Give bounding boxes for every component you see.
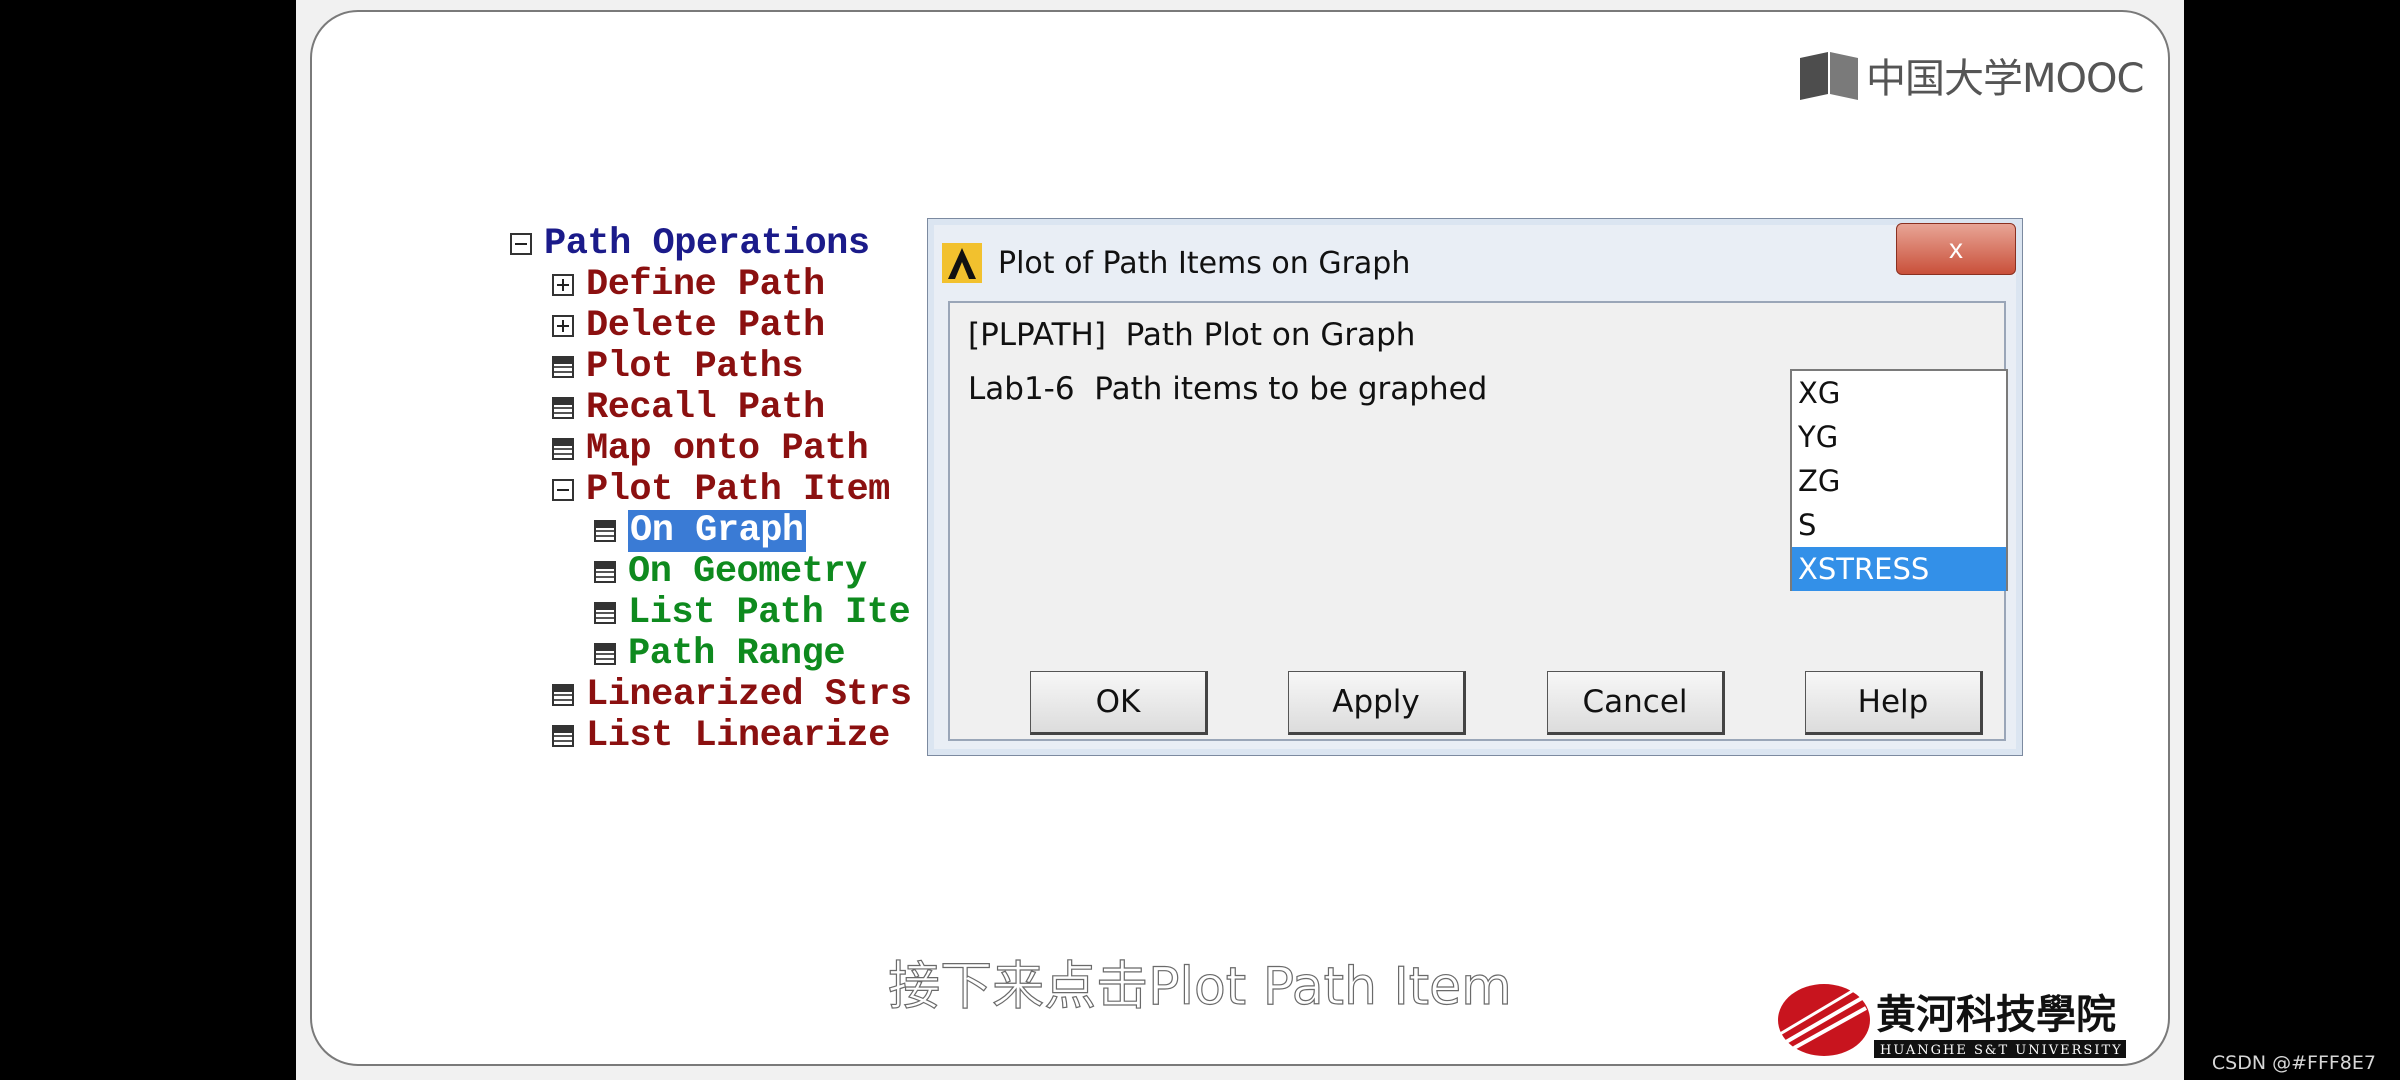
dialog-title-bar: Plot of Path Items on Graph <box>942 233 1882 293</box>
mooc-logo-text: 中国大学MOOC <box>1866 56 2144 102</box>
command-doc-icon <box>552 356 574 378</box>
command-doc-icon <box>594 520 616 542</box>
path-operations-tree: Path Operations Define Path Delete Path … <box>490 218 930 756</box>
tree-item-list-linearized[interactable]: List Linearize <box>552 715 890 756</box>
tree-item-linearized-strs[interactable]: Linearized Strs <box>552 674 912 716</box>
tree-item-label-selected: On Graph <box>628 510 806 552</box>
list-item[interactable]: ZG <box>1792 459 2006 503</box>
tree-item-label: Path Operations <box>544 223 870 265</box>
close-button[interactable]: x <box>1896 223 2016 275</box>
ansys-screenshot: Path Operations Define Path Delete Path … <box>490 218 2023 756</box>
collapse-box-icon[interactable] <box>510 233 532 255</box>
collapse-box-icon[interactable] <box>552 479 574 501</box>
tree-item-label: List Linearize <box>586 715 890 756</box>
university-logo: 黄河科技學院 HUANGHE S&T UNIVERSITY <box>1778 984 2126 1058</box>
university-name: 黄河科技學院 <box>1876 991 2116 1038</box>
tree-item-recall-path[interactable]: Recall Path <box>552 387 825 429</box>
tree-item-on-graph[interactable]: On Graph <box>594 510 806 552</box>
tree-item-label: Path Range <box>628 633 846 675</box>
tree-item-map-onto-path[interactable]: Map onto Path <box>552 428 869 470</box>
tree-item-define-path[interactable]: Define Path <box>552 264 825 306</box>
tree-item-label: Plot Paths <box>586 346 804 388</box>
tree-item-list-path-items[interactable]: List Path Ite <box>594 592 911 634</box>
tree-item-label: Map onto Path <box>586 428 869 470</box>
expand-box-icon[interactable] <box>552 315 574 337</box>
tree-item-label: Plot Path Item <box>586 469 890 511</box>
university-emblem-icon <box>1778 984 1870 1056</box>
command-doc-icon <box>552 397 574 419</box>
tree-item-plot-path-item[interactable]: Plot Path Item <box>552 469 890 511</box>
tree-item-path-range[interactable]: Path Range <box>594 633 846 675</box>
tree-item-on-geometry[interactable]: On Geometry <box>594 551 867 593</box>
command-doc-icon <box>552 438 574 460</box>
cancel-button[interactable]: Cancel <box>1547 671 1725 735</box>
command-doc-icon <box>594 561 616 583</box>
command-doc-icon <box>552 725 574 747</box>
ok-button[interactable]: OK <box>1030 671 1208 735</box>
tree-item-delete-path[interactable]: Delete Path <box>552 305 825 347</box>
tree-item-label: Define Path <box>586 264 825 306</box>
mooc-logo: 中国大学MOOC <box>1798 46 2144 104</box>
tree-item-label: Recall Path <box>586 387 825 429</box>
apply-button[interactable]: Apply <box>1288 671 1466 735</box>
list-item[interactable]: XG <box>1792 371 2006 415</box>
university-english-name: HUANGHE S&T UNIVERSITY <box>1880 1043 2123 1058</box>
dialog-title: Plot of Path Items on Graph <box>998 245 1411 281</box>
tree-item-path-operations[interactable]: Path Operations <box>510 223 870 265</box>
tree-item-label: On Geometry <box>628 551 867 593</box>
help-button[interactable]: Help <box>1805 671 1983 735</box>
tree-item-label: List Path Ite <box>628 592 911 634</box>
command-doc-icon <box>552 684 574 706</box>
tree-item-label: Linearized Strs <box>586 674 912 716</box>
command-doc-icon <box>594 602 616 624</box>
csdn-watermark: CSDN @#FFF8E7 <box>2211 1052 2376 1074</box>
list-item[interactable]: YG <box>1792 415 2006 459</box>
plpath-dialog: Plot of Path Items on Graph x [PLPATH] P… <box>927 218 2023 756</box>
ansys-logo-icon <box>942 243 982 283</box>
command-label: [PLPATH] Path Plot on Graph <box>968 317 1416 353</box>
lab-label: Lab1-6 Path items to be graphed <box>968 371 1488 407</box>
mooc-book-icon <box>1800 52 1858 100</box>
command-doc-icon <box>594 643 616 665</box>
path-items-listbox[interactable]: XG YG ZG S XSTRESS <box>1790 369 2008 591</box>
list-item[interactable]: S <box>1792 503 2006 547</box>
tree-item-label: Delete Path <box>586 305 825 347</box>
expand-box-icon[interactable] <box>552 274 574 296</box>
list-item-selected[interactable]: XSTRESS <box>1792 547 2006 591</box>
dialog-body: [PLPATH] Path Plot on Graph Lab1-6 Path … <box>948 301 2008 741</box>
tree-item-plot-paths[interactable]: Plot Paths <box>552 346 804 388</box>
